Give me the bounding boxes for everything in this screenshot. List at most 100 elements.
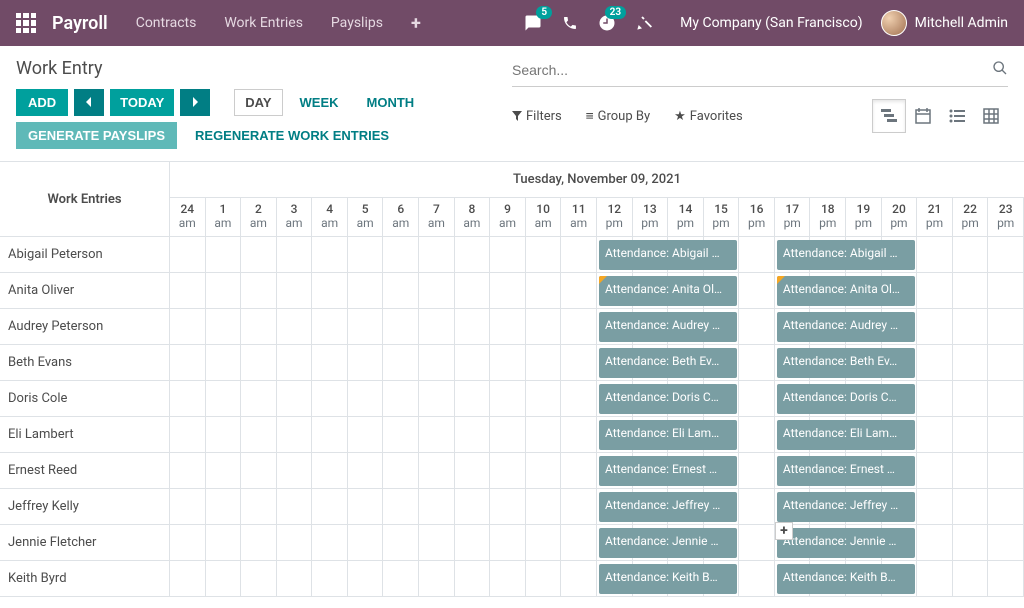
gantt-cell[interactable]	[953, 309, 989, 345]
gantt-cell[interactable]	[561, 309, 597, 345]
favorites-dropdown[interactable]: ★ Favorites	[674, 109, 743, 124]
gantt-cell[interactable]	[206, 273, 242, 309]
gantt-cell[interactable]	[739, 417, 775, 453]
gantt-cell[interactable]	[739, 489, 775, 525]
gantt-cell[interactable]	[170, 345, 206, 381]
gantt-cell[interactable]	[526, 273, 562, 309]
gantt-cell[interactable]	[526, 309, 562, 345]
gantt-cell[interactable]	[917, 309, 953, 345]
gantt-cell[interactable]	[526, 525, 562, 561]
work-entry-bar[interactable]: Attendance: Abigail …	[599, 240, 737, 270]
work-entry-bar[interactable]: Attendance: Doris C…	[777, 384, 915, 414]
gantt-cell[interactable]	[348, 381, 384, 417]
gantt-cell[interactable]	[526, 237, 562, 273]
gantt-cell[interactable]	[561, 237, 597, 273]
gantt-cell[interactable]	[419, 345, 455, 381]
gantt-cell[interactable]	[526, 381, 562, 417]
gantt-cell[interactable]	[526, 453, 562, 489]
gantt-cell[interactable]	[419, 489, 455, 525]
gantt-cell[interactable]	[917, 273, 953, 309]
gantt-cell[interactable]	[348, 525, 384, 561]
gantt-cell[interactable]	[170, 417, 206, 453]
gantt-cell[interactable]	[206, 489, 242, 525]
employee-row-name[interactable]: Keith Byrd	[0, 561, 170, 597]
groupby-dropdown[interactable]: ≡ Group By	[586, 109, 650, 124]
work-entry-bar[interactable]: Attendance: Eli Lam…	[777, 420, 915, 450]
work-entry-bar[interactable]: Attendance: Audrey …	[599, 312, 737, 342]
gantt-cell[interactable]	[988, 453, 1024, 489]
gantt-cell[interactable]	[277, 525, 313, 561]
gantt-cell[interactable]	[988, 345, 1024, 381]
apps-icon[interactable]	[16, 13, 36, 33]
gantt-cell[interactable]	[490, 345, 526, 381]
employee-row-name[interactable]: Jennie Fletcher	[0, 525, 170, 561]
gantt-cell[interactable]	[988, 525, 1024, 561]
gantt-scroll[interactable]: Work Entries Tuesday, November 09, 2021 …	[0, 161, 1024, 599]
gantt-cell[interactable]	[490, 561, 526, 597]
gantt-cell[interactable]	[170, 381, 206, 417]
gantt-cell[interactable]	[988, 561, 1024, 597]
gantt-cell[interactable]	[739, 309, 775, 345]
employee-row-name[interactable]: Doris Cole	[0, 381, 170, 417]
gantt-cell[interactable]	[277, 489, 313, 525]
gantt-cell[interactable]	[348, 237, 384, 273]
gantt-cell[interactable]	[312, 273, 348, 309]
gantt-cell[interactable]	[383, 417, 419, 453]
gantt-cell[interactable]	[455, 489, 491, 525]
employee-row-name[interactable]: Anita Oliver	[0, 273, 170, 309]
gantt-cell[interactable]	[419, 417, 455, 453]
work-entry-bar[interactable]: Attendance: Jeffrey …	[777, 492, 915, 522]
gantt-cell[interactable]	[419, 453, 455, 489]
activity-icon[interactable]: 23	[598, 14, 616, 32]
gantt-cell[interactable]	[312, 417, 348, 453]
gantt-cell[interactable]	[561, 273, 597, 309]
gantt-cell[interactable]	[241, 345, 277, 381]
next-button[interactable]	[180, 89, 210, 116]
gantt-cell[interactable]	[383, 345, 419, 381]
gantt-cell[interactable]	[419, 309, 455, 345]
gantt-cell[interactable]	[490, 417, 526, 453]
gantt-cell[interactable]	[455, 561, 491, 597]
tools-icon[interactable]	[636, 15, 652, 31]
gantt-cell[interactable]	[383, 561, 419, 597]
gantt-cell[interactable]	[455, 345, 491, 381]
gantt-cell[interactable]	[383, 489, 419, 525]
gantt-cell[interactable]	[739, 345, 775, 381]
work-entry-bar[interactable]: Attendance: Doris C…	[599, 384, 737, 414]
gantt-cell[interactable]	[455, 417, 491, 453]
gantt-cell[interactable]	[988, 237, 1024, 273]
gantt-cell[interactable]	[277, 453, 313, 489]
gantt-cell[interactable]	[277, 237, 313, 273]
employee-row-name[interactable]: Beth Evans	[0, 345, 170, 381]
gantt-cell[interactable]	[312, 561, 348, 597]
gantt-cell[interactable]	[241, 309, 277, 345]
gantt-cell[interactable]	[277, 381, 313, 417]
gantt-cell[interactable]	[490, 525, 526, 561]
gantt-cell[interactable]	[277, 417, 313, 453]
gantt-cell[interactable]	[988, 489, 1024, 525]
app-brand[interactable]: Payroll	[52, 13, 108, 34]
gantt-cell[interactable]	[953, 561, 989, 597]
gantt-cell[interactable]	[561, 525, 597, 561]
gantt-cell[interactable]	[312, 345, 348, 381]
gantt-cell[interactable]	[348, 345, 384, 381]
gantt-cell[interactable]	[206, 417, 242, 453]
gantt-cell[interactable]	[241, 525, 277, 561]
gantt-cell[interactable]	[561, 453, 597, 489]
work-entry-bar[interactable]: Attendance: Audrey …	[777, 312, 915, 342]
gantt-cell[interactable]	[206, 309, 242, 345]
gantt-cell[interactable]	[383, 453, 419, 489]
work-entry-bar[interactable]: Attendance: Abigail …	[777, 240, 915, 270]
gantt-cell[interactable]	[739, 453, 775, 489]
work-entry-bar[interactable]: Attendance: Keith B…	[599, 564, 737, 594]
gantt-cell[interactable]	[953, 489, 989, 525]
work-entry-bar[interactable]: Attendance: Anita Ol…	[599, 276, 737, 306]
search-icon[interactable]	[992, 60, 1008, 80]
add-entry-hint-icon[interactable]: +	[775, 522, 793, 540]
employee-row-name[interactable]: Ernest Reed	[0, 453, 170, 489]
gantt-cell[interactable]	[277, 273, 313, 309]
gantt-cell[interactable]	[739, 525, 775, 561]
gantt-cell[interactable]	[348, 417, 384, 453]
gantt-cell[interactable]	[312, 309, 348, 345]
gantt-cell[interactable]	[490, 309, 526, 345]
